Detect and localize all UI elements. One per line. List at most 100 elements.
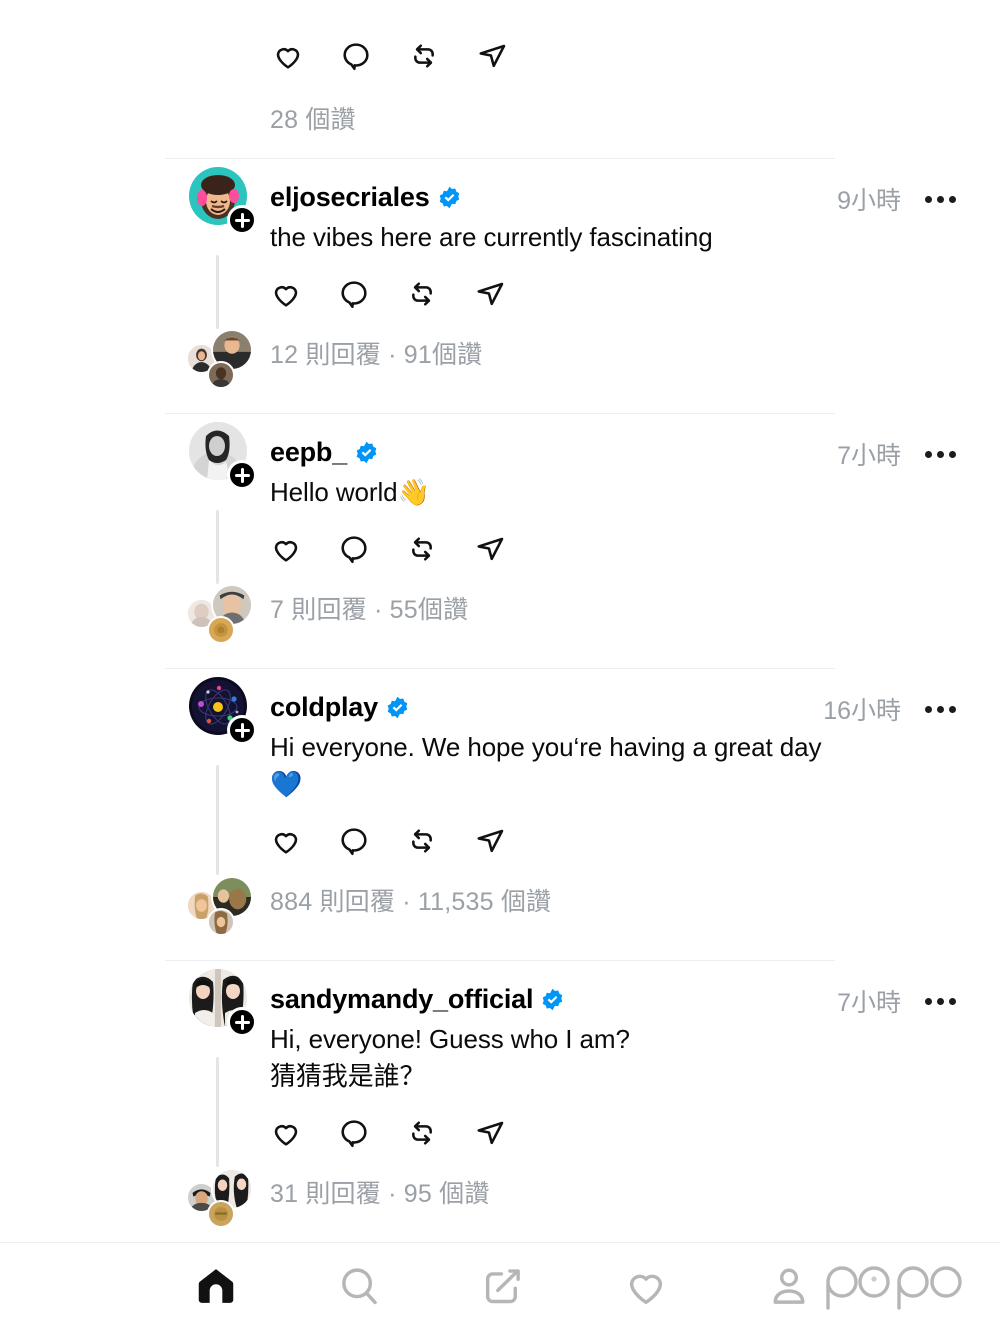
post-item[interactable]: coldplay 16小時 Hi everyone. We hope you‘r… [0, 669, 1000, 960]
reply-meta[interactable]: 12 則回覆 · 91個讚 [270, 335, 482, 371]
reply-avatars[interactable] [186, 876, 260, 938]
avatar[interactable] [189, 422, 247, 480]
repost-icon[interactable] [404, 531, 439, 566]
like-icon[interactable] [268, 276, 303, 311]
share-icon[interactable] [472, 1115, 507, 1150]
post-text: Hello world👋 [270, 470, 825, 511]
post-header-right: 7小時 [837, 436, 958, 472]
thread-line [216, 510, 219, 584]
thread-line [216, 1057, 219, 1167]
comment-icon[interactable] [336, 276, 371, 311]
post-footer[interactable]: 884 則回覆 · 11,535 個讚 [0, 876, 1000, 938]
post-item[interactable]: sandymandy_official 7小時 Hi, everyone! Gu… [0, 961, 1000, 1252]
compose-icon [480, 1263, 526, 1314]
person-icon [766, 1263, 812, 1314]
more-options-icon[interactable] [923, 700, 958, 719]
repost-icon[interactable] [404, 823, 439, 858]
post-item[interactable]: eepb_ 7小時 Hello world👋 [0, 414, 1000, 668]
likes-count: 28 個讚 [270, 100, 1000, 136]
post-text: the vibes here are currently fascinating [270, 215, 825, 256]
post-header-right: 16小時 [823, 691, 958, 727]
home-icon [193, 1263, 239, 1314]
reply-meta[interactable]: 31 則回覆 · 95 個讚 [270, 1174, 490, 1210]
avatar[interactable] [189, 167, 247, 225]
share-icon[interactable] [474, 38, 509, 73]
post-timestamp: 7小時 [837, 983, 901, 1019]
post-header-right: 7小時 [837, 983, 958, 1019]
verified-badge-icon [386, 696, 409, 719]
nav-search-button[interactable] [323, 1252, 395, 1324]
post-actions[interactable] [268, 531, 1000, 566]
post-header-right: 9小時 [837, 181, 958, 217]
search-icon [336, 1263, 382, 1314]
post-footer[interactable]: 7 則回覆 · 55個讚 [0, 584, 1000, 646]
post-partial-top[interactable]: 28 個讚 [0, 0, 1000, 158]
post-footer[interactable]: 31 則回覆 · 95 個讚 [0, 1168, 1000, 1230]
more-options-icon[interactable] [923, 992, 958, 1011]
reply-avatars[interactable] [186, 584, 260, 646]
avatar[interactable] [189, 677, 247, 735]
verified-badge-icon [438, 186, 461, 209]
post-timestamp: 16小時 [823, 691, 901, 727]
nav-home-button[interactable] [180, 1252, 252, 1324]
repost-icon[interactable] [404, 276, 439, 311]
like-icon[interactable] [268, 531, 303, 566]
reply-avatar [207, 616, 235, 644]
reply-meta[interactable]: 7 則回覆 · 55個讚 [270, 590, 468, 626]
post-item[interactable]: eljosecriales 9小時 the vibes here are cur… [0, 159, 1000, 413]
reply-avatars[interactable] [186, 329, 260, 391]
post-header: eljosecriales 9小時 [270, 179, 840, 215]
comment-icon[interactable] [338, 38, 373, 73]
reply-meta[interactable]: 884 則回覆 · 11,535 個讚 [270, 882, 551, 918]
comment-icon[interactable] [336, 531, 371, 566]
threads-feed[interactable]: 28 個讚 [0, 0, 1000, 1242]
share-icon[interactable] [472, 276, 507, 311]
reply-avatar [207, 908, 235, 936]
heart-icon [623, 1263, 669, 1314]
post-timestamp: 7小時 [837, 436, 901, 472]
follow-plus-badge[interactable] [227, 460, 257, 490]
post-actions[interactable] [270, 38, 1000, 73]
reply-avatar [207, 361, 235, 389]
post-text: Hi, everyone! Guess who I am? 猜猜我是誰？ [270, 1017, 825, 1095]
post-username[interactable]: sandymandy_official [270, 986, 533, 1013]
follow-plus-badge[interactable] [227, 1007, 257, 1037]
post-actions[interactable] [268, 823, 1000, 858]
repost-icon[interactable] [404, 1115, 439, 1150]
app-root: 28 個讚 [0, 0, 1000, 1333]
like-icon[interactable] [268, 823, 303, 858]
repost-icon[interactable] [406, 38, 441, 73]
comment-icon[interactable] [336, 1115, 371, 1150]
nav-profile-button[interactable] [753, 1252, 825, 1324]
like-icon[interactable] [268, 1115, 303, 1150]
nav-compose-button[interactable] [467, 1252, 539, 1324]
share-icon[interactable] [472, 823, 507, 858]
thread-line [216, 765, 219, 875]
more-options-icon[interactable] [923, 445, 958, 464]
verified-badge-icon [541, 988, 564, 1011]
post-header: eepb_ 7小時 [270, 434, 840, 470]
like-icon[interactable] [270, 38, 305, 73]
avatar[interactable] [189, 969, 247, 1027]
post-username[interactable]: eljosecriales [270, 184, 430, 211]
nav-activity-button[interactable] [610, 1252, 682, 1324]
bottom-navigation-bar[interactable] [0, 1242, 1000, 1333]
reply-avatars[interactable] [186, 1168, 260, 1230]
post-footer[interactable]: 12 則回覆 · 91個讚 [0, 329, 1000, 391]
post-header: coldplay 16小時 [270, 689, 840, 725]
verified-badge-icon [355, 441, 378, 464]
post-username[interactable]: coldplay [270, 694, 378, 721]
post-text: Hi everyone. We hope you‘re having a gre… [270, 725, 825, 803]
reply-avatar [207, 1200, 235, 1228]
share-icon[interactable] [472, 531, 507, 566]
follow-plus-badge[interactable] [227, 715, 257, 745]
post-actions[interactable] [268, 276, 1000, 311]
post-username[interactable]: eepb_ [270, 439, 347, 466]
comment-icon[interactable] [336, 823, 371, 858]
more-options-icon[interactable] [923, 190, 958, 209]
follow-plus-badge[interactable] [227, 205, 257, 235]
post-actions[interactable] [268, 1115, 1000, 1150]
post-header: sandymandy_official 7小時 [270, 981, 840, 1017]
post-timestamp: 9小時 [837, 181, 901, 217]
popo-brand-logo [822, 1260, 972, 1316]
